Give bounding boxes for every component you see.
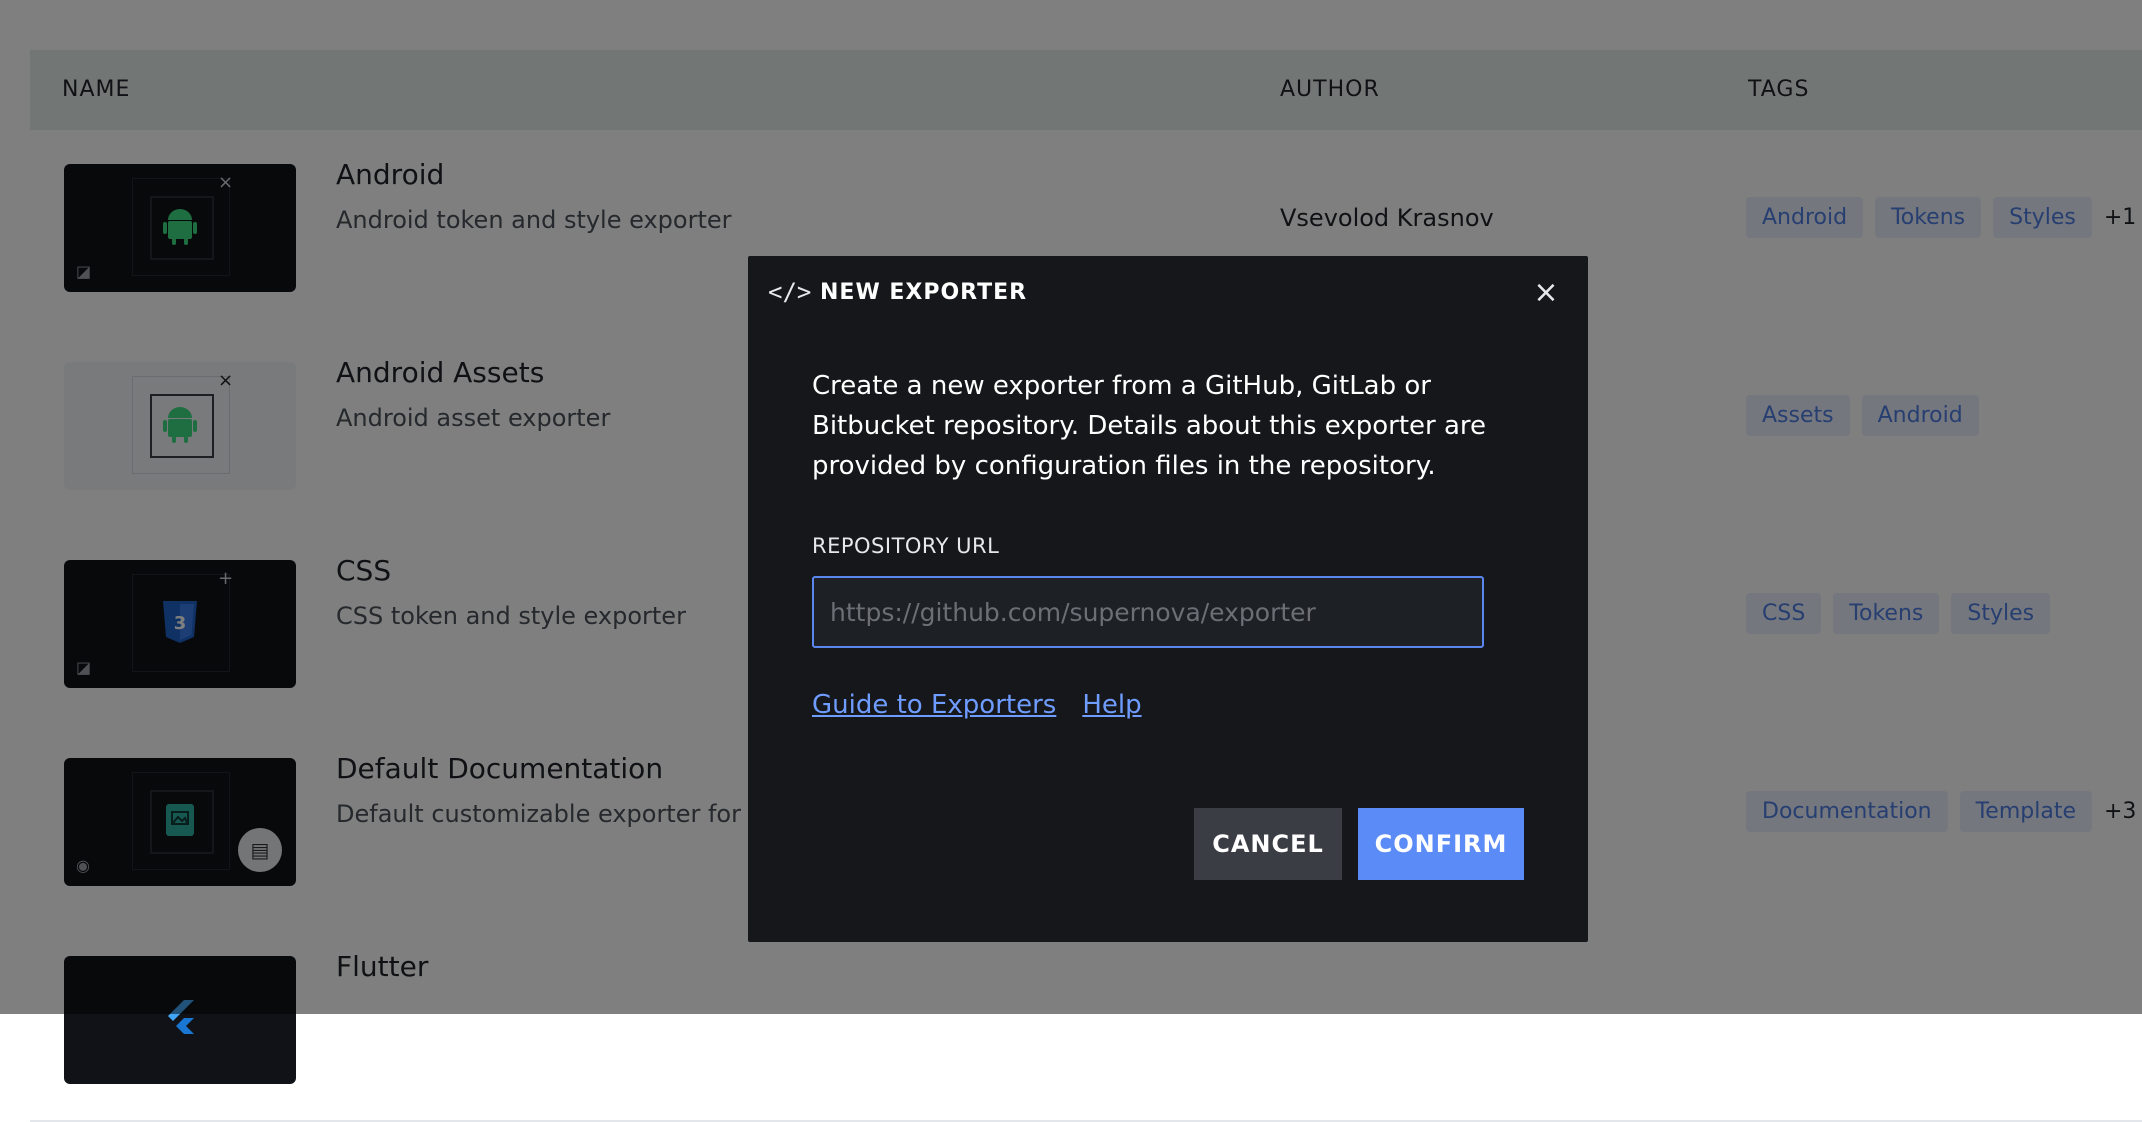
repository-url-input[interactable] xyxy=(812,576,1484,648)
help-link[interactable]: Help xyxy=(1082,690,1141,720)
repository-url-label: REPOSITORY URL xyxy=(812,534,1000,558)
help-links: Guide to Exporters Help xyxy=(812,690,1142,720)
dialog-description: Create a new exporter from a GitHub, Git… xyxy=(812,371,1487,481)
code-icon: </> xyxy=(768,278,812,306)
guide-to-exporters-link[interactable]: Guide to Exporters xyxy=(812,690,1056,720)
dialog-title: NEW EXPORTER xyxy=(820,280,1028,305)
cancel-button[interactable]: CANCEL xyxy=(1194,808,1342,880)
confirm-button[interactable]: CONFIRM xyxy=(1358,808,1524,880)
close-icon[interactable]: × xyxy=(1528,274,1564,310)
new-exporter-dialog: </> NEW EXPORTER × Create a new exporter… xyxy=(748,256,1588,942)
